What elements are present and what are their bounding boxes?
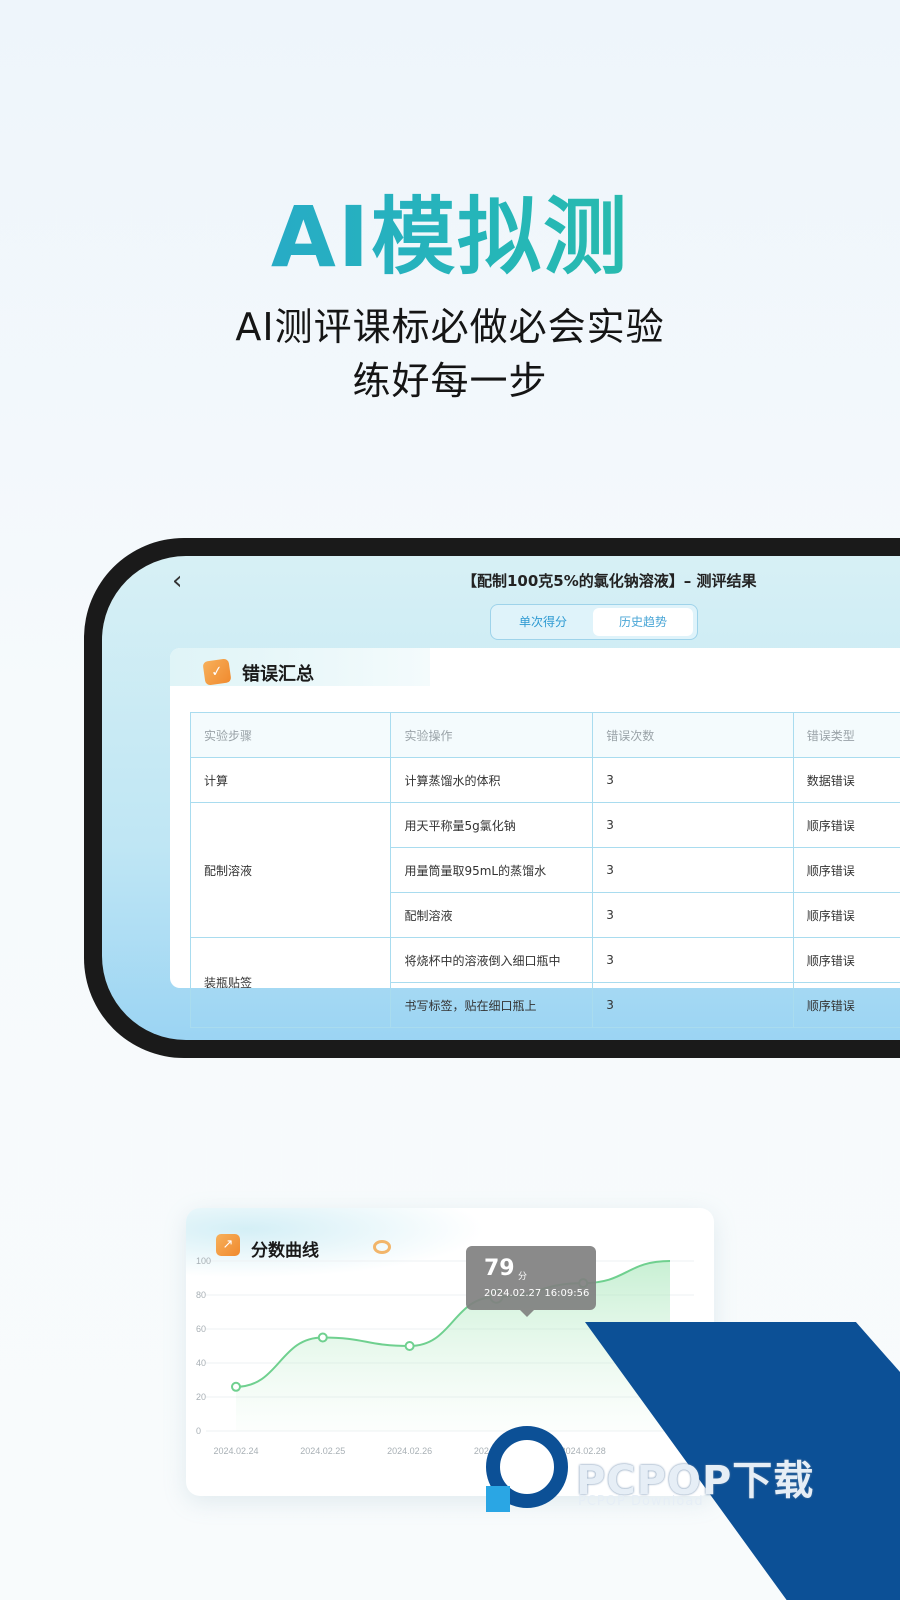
y-tick-label: 0 bbox=[196, 1426, 201, 1436]
table-header: 错误次数 bbox=[592, 712, 794, 758]
data-point bbox=[404, 1341, 415, 1351]
table-cell-count: 3 bbox=[592, 847, 794, 893]
tab-switcher: 单次得分 历史趋势 bbox=[490, 604, 698, 640]
table-header: 实验操作 bbox=[390, 712, 594, 758]
table-cell-type: 顺序错误 bbox=[792, 892, 900, 938]
table-row: 配制溶液 用天平称量5g氯化钠 3 顺序错误 bbox=[189, 802, 900, 938]
table-cell-type: 顺序错误 bbox=[792, 937, 900, 983]
chevron-left-icon[interactable]: ‹ bbox=[172, 566, 182, 596]
watermark-subtext: PCPOP Download bbox=[578, 1494, 704, 1509]
tooltip-arrow bbox=[520, 1310, 534, 1317]
error-table: 实验步骤 实验操作 错误次数 错误类型 计算 计算蒸馏水的体积 3 数据错误 配… bbox=[189, 712, 900, 1028]
table-row: 装瓶贴签 将烧杯中的溶液倒入细口瓶中 3 顺序错误 bbox=[189, 937, 900, 1028]
hero-subtitle-line2: 练好每一步 bbox=[352, 359, 548, 403]
table-cell-count: 3 bbox=[592, 982, 794, 1028]
hero-subtitle-line1: AI测评课标必做必会实验 bbox=[235, 305, 665, 349]
table-cell-count: 3 bbox=[592, 757, 794, 803]
table-cell-count: 3 bbox=[592, 937, 794, 983]
table-cell-operation: 用量筒量取95mL的蒸馏水 bbox=[390, 847, 594, 893]
table-header: 实验步骤 bbox=[189, 712, 392, 758]
table-cell-operation: 书写标签，贴在细口瓶上 bbox=[390, 982, 594, 1028]
table-cell-type: 顺序错误 bbox=[792, 982, 900, 1028]
tooltip-unit: 分 bbox=[518, 1272, 528, 1282]
tab-history-trend[interactable]: 历史趋势 bbox=[593, 608, 693, 636]
data-point bbox=[317, 1332, 328, 1343]
table-cell-count: 3 bbox=[592, 802, 794, 848]
table-cell-count: 3 bbox=[592, 892, 794, 938]
chart-tooltip: 79 分 2024.02.27 16:09:56 bbox=[466, 1246, 596, 1317]
y-tick-label: 60 bbox=[196, 1324, 206, 1334]
y-tick-label: 100 bbox=[196, 1256, 211, 1266]
x-tick-label: 2024.02.24 bbox=[213, 1446, 258, 1456]
error-summary-panel: ✓ 错误汇总 实验步骤 实验操作 错误次数 错误类型 计算 计算蒸馏水的体积 3… bbox=[170, 648, 900, 1028]
pcpop-logo-square bbox=[486, 1486, 510, 1512]
panel-title: 错误汇总 bbox=[242, 664, 314, 685]
tooltip-score: 79 bbox=[484, 1256, 515, 1281]
table-cell-operation: 计算蒸馏水的体积 bbox=[390, 757, 594, 803]
table-cell-operation: 用天平称量5g氯化钠 bbox=[390, 802, 594, 848]
screen-title: 【配制100克5%的氯化钠溶液】– 测评结果 bbox=[462, 572, 757, 590]
hero-title: AI模拟测 bbox=[0, 170, 900, 291]
table-cell-step: 装瓶贴签 bbox=[189, 937, 392, 1028]
tablet-frame: ‹ 【配制100克5%的氯化钠溶液】– 测评结果 单次得分 历史趋势 ✓ 错误汇… bbox=[84, 538, 900, 1058]
x-tick-label: 2024.02.26 bbox=[387, 1446, 432, 1456]
table-cell-step: 配制溶液 bbox=[189, 802, 392, 938]
table-cell-type: 顺序错误 bbox=[792, 847, 900, 893]
x-tick-label: 2024.02.25 bbox=[300, 1446, 345, 1456]
tooltip-time: 2024.02.27 16:09:56 bbox=[484, 1288, 590, 1299]
table-header: 错误类型 bbox=[792, 712, 900, 758]
y-tick-label: 40 bbox=[196, 1358, 206, 1368]
table-row: 计算 计算蒸馏水的体积 3 数据错误 bbox=[189, 757, 900, 803]
table-cell-type: 顺序错误 bbox=[792, 802, 900, 848]
table-cell-type: 数据错误 bbox=[792, 757, 900, 803]
table-cell-step: 计算 bbox=[189, 757, 392, 803]
y-tick-label: 80 bbox=[196, 1290, 206, 1300]
y-tick-label: 20 bbox=[196, 1392, 206, 1402]
table-header-row: 实验步骤 实验操作 错误次数 错误类型 bbox=[189, 712, 900, 758]
table-cell-operation: 将烧杯中的溶液倒入细口瓶中 bbox=[390, 937, 594, 983]
tablet-screen: ‹ 【配制100克5%的氯化钠溶液】– 测评结果 单次得分 历史趋势 ✓ 错误汇… bbox=[102, 556, 900, 1040]
error-summary-icon: ✓ bbox=[202, 658, 232, 686]
table-cell-operation: 配制溶液 bbox=[390, 892, 594, 938]
data-point bbox=[231, 1381, 241, 1392]
tab-single-score[interactable]: 单次得分 bbox=[493, 608, 593, 636]
